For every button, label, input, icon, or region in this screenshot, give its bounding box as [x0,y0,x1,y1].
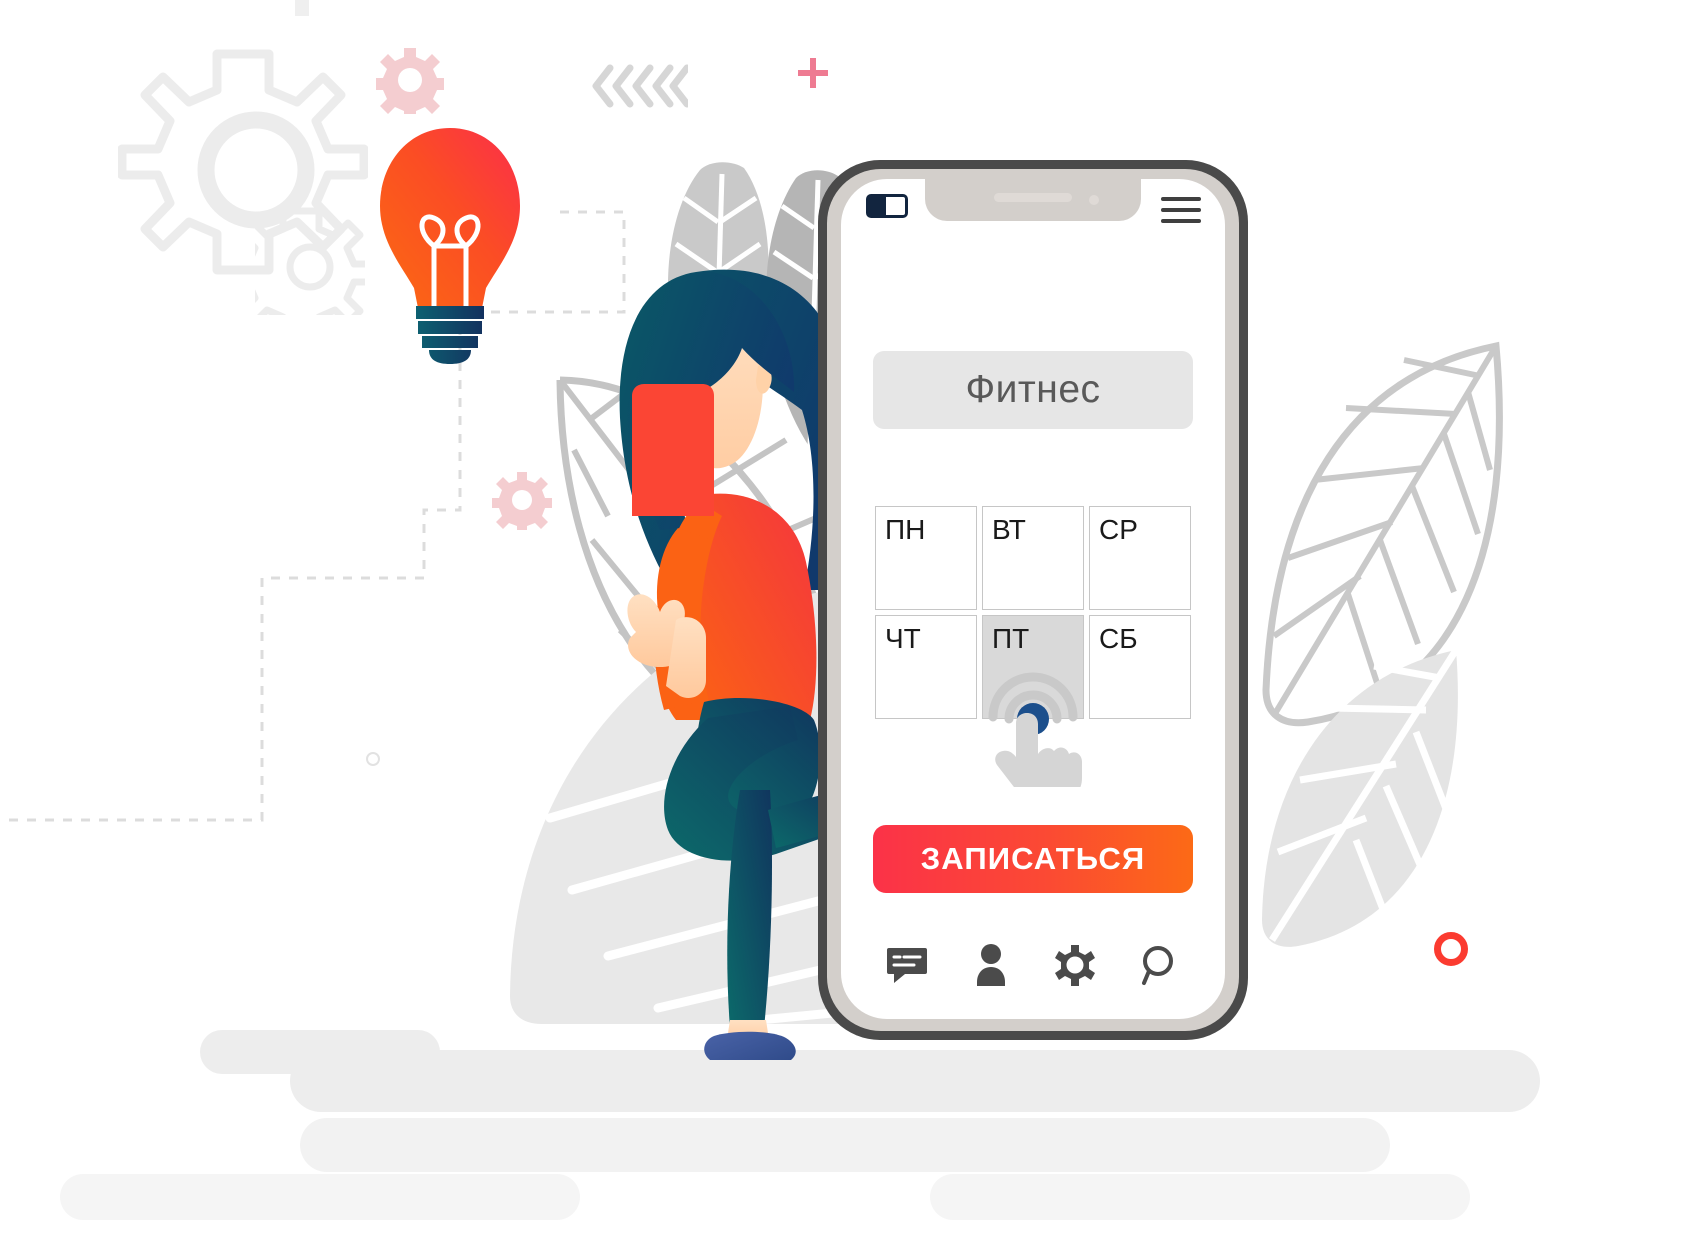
phone-notch [925,179,1141,221]
title-field-value: Фитнес [965,368,1101,411]
day-label: ВТ [992,514,1026,545]
book-button[interactable]: ЗАПИСАТЬСЯ [873,825,1193,893]
phone-screen: Фитнес ПН ВТ СР ЧТ ПТ СБ ЗАПИСАТЬСЯ [841,179,1225,1019]
speaker-grille [994,193,1072,202]
day-cell-sat[interactable]: СБ [1089,615,1191,719]
ground-shape-bottom-left [60,1174,580,1220]
decor-square [295,0,309,16]
tap-cursor-icon [988,672,1082,787]
ground-shape-bottom-right [930,1174,1470,1220]
title-field[interactable]: Фитнес [873,351,1193,429]
day-cell-wed[interactable]: СР [1089,506,1191,610]
front-camera-icon [1089,195,1099,205]
plus-icon [798,58,828,88]
ground-shape-mid [300,1118,1390,1172]
day-label: СР [1099,514,1138,545]
chat-icon[interactable] [884,942,930,988]
menu-bar [1161,219,1201,223]
gear-pink-icon [376,48,444,114]
chevrons-left-icon [592,64,688,108]
phone-bezel: Фитнес ПН ВТ СР ЧТ ПТ СБ ЗАПИСАТЬСЯ [827,169,1239,1031]
circle-outline-icon [1434,932,1468,966]
menu-bar [1161,197,1201,201]
decor-ring-small [366,752,380,766]
menu-icon[interactable] [1161,197,1201,223]
illustration-canvas: Фитнес ПН ВТ СР ЧТ ПТ СБ ЗАПИСАТЬСЯ [0,0,1689,1233]
ground-shape-main [290,1050,1540,1112]
day-cell-tue[interactable]: ВТ [982,506,1084,610]
day-label: ЧТ [885,623,921,654]
gear-icon[interactable] [1052,942,1098,988]
menu-bar [1161,208,1201,212]
phone-device: Фитнес ПН ВТ СР ЧТ ПТ СБ ЗАПИСАТЬСЯ [818,160,1248,1040]
person-icon[interactable] [968,942,1014,988]
battery-icon [866,194,908,218]
day-cell-thu[interactable]: ЧТ [875,615,977,719]
book-button-label: ЗАПИСАТЬСЯ [920,841,1146,876]
search-icon[interactable] [1136,942,1182,988]
day-cell-mon[interactable]: ПН [875,506,977,610]
leaf-icon-right-lower [1262,648,1459,947]
bottom-nav [841,933,1225,997]
day-label: СБ [1099,623,1138,654]
day-label: ПН [885,514,926,545]
